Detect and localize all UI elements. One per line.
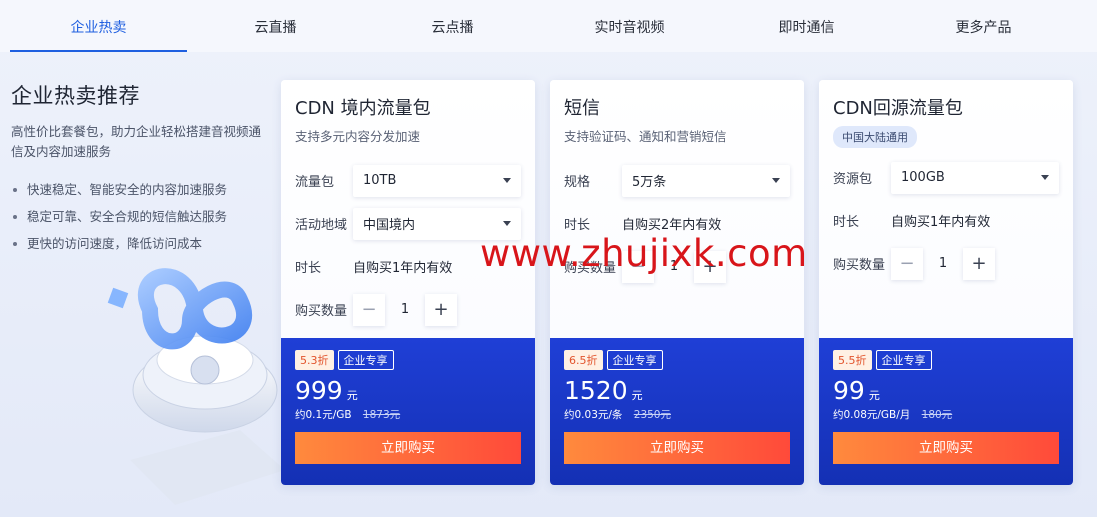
buy-now-button[interactable]: 立即购买 <box>295 432 521 464</box>
price-unit: 元 <box>346 389 358 402</box>
enterprise-badge: 企业专享 <box>875 350 932 370</box>
traffic-pack-value: 10TB <box>363 173 397 188</box>
quantity-stepper: − 1 + <box>622 250 726 283</box>
chevron-down-icon <box>503 178 511 183</box>
plus-button[interactable]: + <box>425 293 457 326</box>
resource-pack-select[interactable]: 100GB <box>891 161 1059 194</box>
tab-im[interactable]: 即时通信 <box>718 0 895 52</box>
price-unit: 元 <box>868 389 880 402</box>
enterprise-badge: 企业专享 <box>606 350 663 370</box>
quantity-value[interactable]: 1 <box>385 302 425 317</box>
product-tabs: 企业热卖 云直播 云点播 实时音视频 即时通信 更多产品 <box>0 0 1097 52</box>
intro-bullet: 稳定可靠、安全合规的短信触达服务 <box>11 203 261 230</box>
original-price: 180元 <box>921 409 953 421</box>
resource-pack-value: 100GB <box>901 170 945 185</box>
plus-button[interactable]: + <box>694 250 726 283</box>
discount-badge: 5.5折 <box>833 350 872 370</box>
region-label: 活动地域 <box>295 218 348 233</box>
card-title: 短信 <box>564 98 600 119</box>
card-title: CDN 境内流量包 <box>295 98 431 119</box>
discount-badge: 6.5折 <box>564 350 603 370</box>
tab-hot-sales[interactable]: 企业热卖 <box>10 0 187 52</box>
original-price: 2350元 <box>633 409 671 421</box>
chevron-down-icon <box>1041 175 1049 180</box>
intro-title: 企业热卖推荐 <box>11 84 140 108</box>
spec-select[interactable]: 5万条 <box>622 164 790 197</box>
card-subtitle: 支持多元内容分发加速 <box>295 129 421 144</box>
unit-price: 约0.1元/GB <box>295 409 352 421</box>
minus-button[interactable]: − <box>891 247 923 280</box>
unit-price: 约0.08元/GB/月 <box>833 409 911 421</box>
minus-button[interactable]: − <box>622 250 654 283</box>
price: 999 <box>295 376 343 405</box>
minus-button[interactable]: − <box>353 293 385 326</box>
quantity-stepper: − 1 + <box>353 293 457 326</box>
chevron-down-icon <box>772 178 780 183</box>
region-select[interactable]: 中国境内 <box>353 207 521 240</box>
card-price-panel: 5.5折 企业专享 99 元 约0.08元/GB/月 180元 立即购买 <box>819 338 1073 485</box>
tab-cloud-vod[interactable]: 云点播 <box>364 0 541 52</box>
intro-bullet: 快速稳定、智能安全的内容加速服务 <box>11 176 261 203</box>
quantity-label: 购买数量 <box>833 258 886 273</box>
cloud-illustration <box>107 268 285 505</box>
spec-value: 5万条 <box>632 175 667 190</box>
duration-value: 自购买2年内有效 <box>622 218 722 233</box>
card-subtitle: 支持验证码、通知和营销短信 <box>564 129 727 144</box>
card-price-panel: 5.3折 企业专享 999 元 约0.1元/GB 1873元 立即购买 <box>281 338 535 485</box>
buy-now-button[interactable]: 立即购买 <box>564 432 790 464</box>
buy-now-button[interactable]: 立即购买 <box>833 432 1059 464</box>
tab-cloud-live[interactable]: 云直播 <box>187 0 364 52</box>
region-value: 中国境内 <box>363 218 416 233</box>
duration-value: 自购买1年内有效 <box>891 215 991 230</box>
card-title: CDN回源流量包 <box>833 98 963 119</box>
chevron-down-icon <box>503 221 511 226</box>
resource-pack-label: 资源包 <box>833 172 873 187</box>
enterprise-badge: 企业专享 <box>337 350 394 370</box>
price: 99 <box>833 376 865 405</box>
original-price: 1873元 <box>362 409 401 421</box>
product-card-cdn-domestic: CDN 境内流量包 支持多元内容分发加速 流量包 10TB 活动地域 中国境内 … <box>281 80 535 485</box>
traffic-pack-label: 流量包 <box>295 175 335 190</box>
duration-value: 自购买1年内有效 <box>353 261 453 276</box>
tab-more-products[interactable]: 更多产品 <box>895 0 1072 52</box>
unit-price: 约0.03元/条 <box>564 409 623 421</box>
card-price-panel: 6.5折 企业专享 1520 元 约0.03元/条 2350元 立即购买 <box>550 338 804 485</box>
quantity-label: 购买数量 <box>564 261 617 276</box>
traffic-pack-select[interactable]: 10TB <box>353 164 521 197</box>
discount-badge: 5.3折 <box>295 350 334 370</box>
duration-label: 时长 <box>295 261 322 276</box>
product-card-sms: 短信 支持验证码、通知和营销短信 规格 5万条 时长 自购买2年内有效 购买数量… <box>550 80 804 485</box>
quantity-label: 购买数量 <box>295 304 348 319</box>
product-card-cdn-origin: CDN回源流量包 中国大陆通用 资源包 100GB 时长 自购买1年内有效 购买… <box>819 80 1073 485</box>
price-unit: 元 <box>631 389 643 402</box>
region-badge: 中国大陆通用 <box>833 126 917 148</box>
quantity-stepper: − 1 + <box>891 247 995 280</box>
duration-label: 时长 <box>564 218 591 233</box>
spec-label: 规格 <box>564 175 591 190</box>
price: 1520 <box>564 376 628 405</box>
plus-button[interactable]: + <box>963 247 995 280</box>
quantity-value[interactable]: 1 <box>654 259 694 274</box>
duration-label: 时长 <box>833 215 860 230</box>
tab-rtc[interactable]: 实时音视频 <box>541 0 718 52</box>
intro-description: 高性价比套餐包，助力企业轻松搭建音视频通信及内容加速服务 <box>11 124 262 159</box>
quantity-value[interactable]: 1 <box>923 256 963 271</box>
